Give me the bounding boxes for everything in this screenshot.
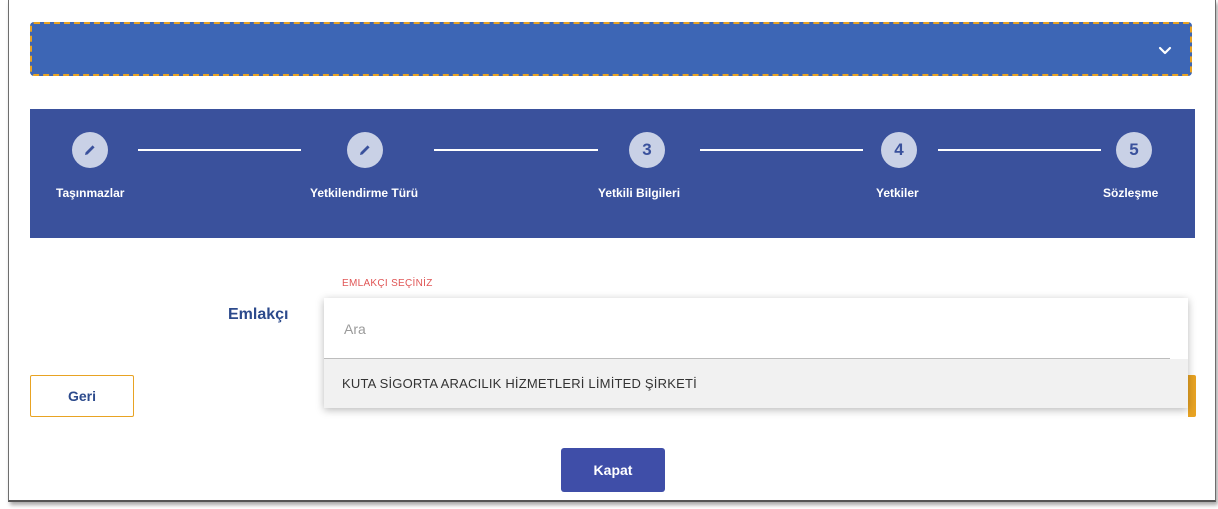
dropdown-option[interactable]: KUTA SİGORTA ARACILIK HİZMETLERİ LİMİTED… [324,359,1188,408]
realtor-field-label: Emlakçı [228,306,289,323]
step-4-indicator[interactable]: 4 [881,132,917,168]
step-connector [700,149,863,151]
collapsed-section-header[interactable] [30,22,1192,76]
step-5-indicator[interactable]: 5 [1116,132,1152,168]
step-connector [434,149,598,151]
next-button[interactable] [1188,375,1196,417]
close-button[interactable]: Kapat [561,448,665,492]
back-button[interactable]: Geri [30,375,134,417]
search-input[interactable] [342,320,1146,338]
step-5-label: Sözleşme [1103,186,1159,200]
step-3-indicator[interactable]: 3 [629,132,665,168]
step-connector [138,149,301,151]
realtor-dropdown-panel: KUTA SİGORTA ARACILIK HİZMETLERİ LİMİTED… [324,298,1188,408]
step-2-label: Yetkilendirme Türü [310,186,419,200]
step-1-indicator[interactable] [72,132,108,168]
step-2-indicator[interactable] [347,132,383,168]
pencil-icon [85,145,95,155]
field-hint: EMLAKÇI SEÇİNİZ [342,278,433,289]
step-3-label: Yetkili Bilgileri [598,186,681,200]
wizard-stepper: Taşınmazlar Yetkilendirme Türü 3 Yetkili… [30,109,1195,238]
step-1-label: Taşınmazlar [56,186,125,200]
step-4-label: Yetkiler [876,186,919,200]
pencil-icon [360,145,370,155]
step-connector [938,149,1101,151]
chevron-down-icon[interactable] [1156,41,1174,59]
